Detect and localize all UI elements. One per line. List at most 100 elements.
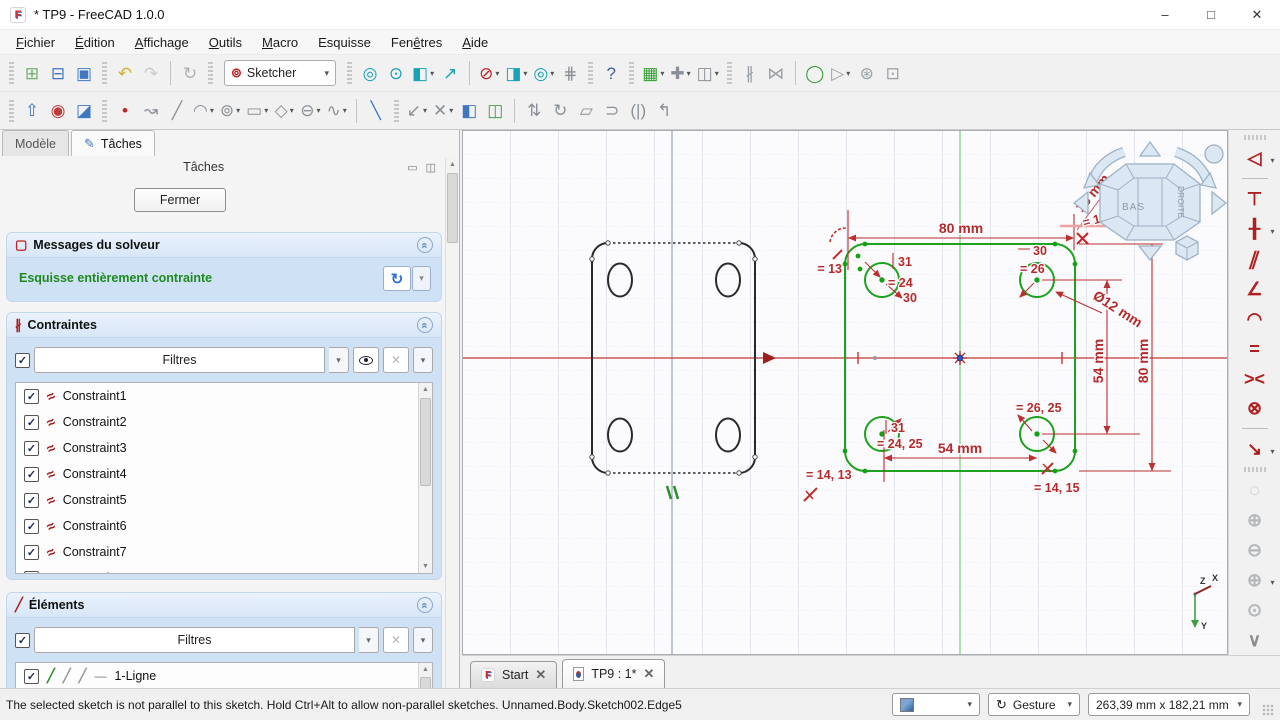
create-line-button[interactable]: ╱ [164, 97, 190, 125]
menu-macro[interactable]: Macro [252, 32, 308, 53]
create-bspline-button[interactable]: ∿▾ [323, 97, 349, 125]
dropdown-arrow-icon[interactable]: ▾ [495, 69, 499, 78]
offset-button[interactable]: ⊃ [599, 97, 625, 125]
collapse-icon[interactable]: » [417, 237, 433, 253]
constraints-section-header[interactable]: ∦ Contraintes » [6, 312, 442, 338]
constraint-label[interactable]: = 13 [817, 262, 842, 276]
menu-fenetres[interactable]: Fenêtres [381, 32, 452, 53]
toolbar-expand-button[interactable]: ∨ [1233, 625, 1277, 655]
bspline-multiplicity-button[interactable]: ⊕▾ [1233, 565, 1277, 595]
minimize-button[interactable]: – [1142, 0, 1188, 30]
save-file-button[interactable]: ▣ [71, 59, 97, 87]
collapse-icon[interactable]: » [417, 597, 433, 613]
list-item[interactable]: ✓ ╱ ╱ ╱ — 1-Ligne [16, 663, 432, 688]
chevron-down-icon[interactable]: ▾ [324, 68, 329, 79]
constraint-row[interactable]: ✓≈Constraint6 [16, 513, 432, 539]
render-order-button[interactable]: ◫▾ [694, 59, 722, 87]
dropdown-arrow-icon[interactable]: ▾ [660, 69, 664, 78]
constrain-parallel-button[interactable]: ∥ [1233, 244, 1277, 274]
navigation-style-selector[interactable]: ↻ Gesture ▾ [988, 693, 1080, 716]
std-views-button[interactable]: ◨▾ [502, 59, 530, 87]
leave-sketch-button[interactable]: ⇧ [19, 97, 45, 125]
elements-section-header[interactable]: ╱ Éléments » [6, 592, 442, 618]
elements-checkbox[interactable]: ✓ [15, 633, 30, 648]
zoom-tools-button[interactable]: ◎▾ [530, 59, 557, 87]
symmetry-button[interactable]: (|) [625, 97, 651, 125]
chevron-down-icon[interactable]: ▾ [329, 347, 349, 373]
move-button[interactable]: ⇅ [521, 97, 547, 125]
elements-scrollbar[interactable]: ▲ [418, 663, 432, 688]
panel-scrollbar[interactable]: ▲ [445, 158, 459, 688]
tab-tp9[interactable]: TP9 : 1* ✕ [562, 659, 665, 688]
constraint-row[interactable]: ✓≈Constraint7 [16, 539, 432, 565]
undo-button[interactable]: ↶ [112, 59, 138, 87]
constrain-angle-button[interactable]: ∠ [1233, 274, 1277, 304]
dropdown-arrow-icon[interactable]: ▾ [687, 69, 691, 78]
bspline-add-point-button[interactable]: ⊙ [1233, 595, 1277, 625]
constrain-equal-button[interactable]: = [1233, 334, 1277, 364]
undock-panel-icon[interactable]: ◫ [426, 161, 436, 174]
elements-settings-button[interactable]: ✕ [383, 627, 409, 653]
scale-button[interactable]: ▱ [573, 97, 599, 125]
solver-section-header[interactable]: ▢ Messages du solveur » [6, 232, 442, 258]
menu-fichier[interactable]: Fichier [6, 32, 65, 53]
dropdown-arrow-icon[interactable]: ▾ [523, 69, 527, 78]
create-circle-button[interactable]: ⊚▾ [217, 97, 243, 125]
constraint-checkbox[interactable]: ✓ [24, 389, 39, 404]
dropdown-arrow-icon[interactable]: ▾ [449, 106, 453, 115]
link-navigate-button[interactable]: ↗ [437, 59, 463, 87]
chevron-down-icon[interactable]: ▾ [967, 699, 972, 710]
bspline-degree-button[interactable]: ◌ [1233, 475, 1277, 505]
dropdown-arrow-icon[interactable]: ▾ [430, 69, 434, 78]
chevron-down-icon[interactable]: ▾ [413, 347, 433, 373]
constraint-label[interactable]: = 24 [888, 276, 913, 290]
resize-grip[interactable] [1262, 704, 1274, 716]
dimension-spacing-right[interactable]: 54 mm [1090, 339, 1106, 383]
constrain-lock-button[interactable]: ╂▾ [1233, 214, 1277, 244]
sketch-viewport[interactable]: 80 mm 54 mm 54 mm 80 mm Ø12 mm 15 mm = 1… [462, 130, 1228, 655]
solver-options-button[interactable]: ▾ [412, 266, 431, 291]
workbench-selector[interactable]: ⊚ Sketcher ▾ [224, 60, 336, 86]
bspline-insert-knot-button[interactable]: ⊕ [1233, 505, 1277, 535]
rectangular-array-button[interactable]: ↰ [651, 97, 677, 125]
maximize-button[interactable]: □ [1188, 0, 1234, 30]
constraints-filter-combo[interactable]: Filtres [34, 347, 325, 373]
unit-color-selector[interactable]: ▾ [892, 693, 980, 716]
dropdown-arrow-icon[interactable]: ▾ [1270, 578, 1274, 587]
constraint-row[interactable]: ✓≈Constraint3 [16, 435, 432, 461]
dimension-button[interactable]: ↘▾ [1233, 434, 1277, 464]
map-object-button[interactable]: ⊡ [880, 59, 906, 87]
element-checkbox[interactable]: ✓ [24, 669, 39, 684]
chevron-down-icon[interactable]: ▾ [413, 627, 433, 653]
construction-mode-button[interactable]: ╲ [363, 97, 389, 125]
constraint-checkbox[interactable]: ✓ [24, 519, 39, 534]
menu-esquisse[interactable]: Esquisse [308, 32, 381, 53]
menu-affichage[interactable]: Affichage [125, 32, 199, 53]
clone-button[interactable]: ◫ [482, 97, 508, 125]
constraint-row[interactable]: ✓≈Constraint8 [16, 565, 432, 574]
constrain-tangent-button[interactable]: ◠ [1233, 304, 1277, 334]
chevron-down-icon[interactable]: ▾ [1237, 699, 1242, 710]
dropdown-arrow-icon[interactable]: ▾ [550, 69, 554, 78]
zoom-fit-button[interactable]: ◎ [357, 59, 383, 87]
constraint-checkbox[interactable]: ✓ [24, 467, 39, 482]
constraint-checkbox[interactable]: ✓ [24, 493, 39, 508]
dropdown-arrow-icon[interactable]: ▾ [1270, 447, 1274, 456]
constraint-label[interactable]: 30 [1033, 244, 1047, 258]
create-face-button[interactable]: ◧ [456, 97, 482, 125]
select-constraints-button[interactable]: ◁▾ [1233, 143, 1277, 173]
constraint-label[interactable]: 31 [891, 421, 905, 435]
rotate-button[interactable]: ↻ [547, 97, 573, 125]
constrain-coincident-button[interactable]: ⊤ [1233, 184, 1277, 214]
navcube-face-right[interactable]: DROITE [1176, 186, 1186, 218]
menu-aide[interactable]: Aide [452, 32, 498, 53]
solver-refresh-button[interactable]: ↻ [383, 266, 411, 291]
scroll-up-icon[interactable]: ▲ [419, 383, 432, 396]
dropdown-arrow-icon[interactable]: ▾ [290, 106, 294, 115]
constrain-symmetric-button[interactable]: >< [1233, 364, 1277, 394]
measure-button[interactable]: ⋕ [557, 59, 583, 87]
dimension-width-top[interactable]: 80 mm [939, 220, 983, 236]
dropdown-arrow-icon[interactable]: ▾ [236, 106, 240, 115]
create-point-button[interactable]: • [112, 97, 138, 125]
constraint-row[interactable]: ✓≈Constraint4 [16, 461, 432, 487]
